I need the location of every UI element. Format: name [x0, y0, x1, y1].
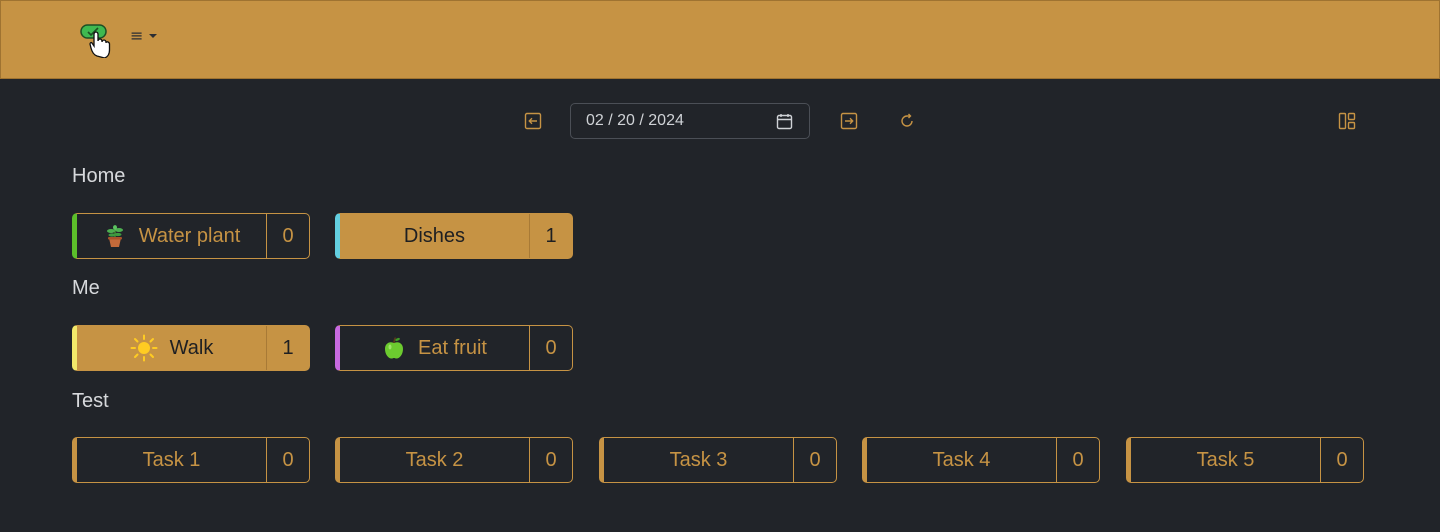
task-label: Dishes	[403, 224, 466, 247]
task-5[interactable]: Task 5 0	[1126, 437, 1364, 483]
next-day-icon	[840, 112, 858, 130]
task-count: 0	[545, 336, 557, 359]
hamburger-icon: ≡	[130, 26, 144, 45]
task-label: Water plant	[138, 224, 241, 247]
sun-icon	[130, 334, 158, 362]
task-label: Task 5	[1196, 448, 1255, 471]
task-label: Task 1	[142, 448, 201, 471]
date-input[interactable]: 02 / 20 / 2024	[570, 103, 810, 139]
task-count: 0	[282, 448, 294, 471]
calendar-icon[interactable]	[776, 113, 793, 130]
task-walk[interactable]: Walk 1	[72, 325, 310, 371]
caret-down-icon	[149, 34, 158, 38]
task-count: 0	[282, 224, 294, 247]
prev-day-button[interactable]	[523, 111, 543, 131]
task-count: 1	[545, 224, 557, 247]
task-2[interactable]: Task 2 0	[335, 437, 573, 483]
section-title-test: Test	[72, 390, 109, 412]
task-eat-fruit[interactable]: Eat fruit 0	[335, 325, 573, 371]
task-label: Eat fruit	[418, 336, 487, 359]
task-label: Task 3	[669, 448, 728, 471]
green-apple-icon	[385, 337, 404, 359]
task-label: Task 2	[405, 448, 464, 471]
task-count: 1	[282, 336, 294, 359]
task-1[interactable]: Task 1 0	[72, 437, 310, 483]
refresh-button[interactable]	[897, 111, 917, 131]
task-count: 0	[809, 448, 821, 471]
potted-plant-icon	[106, 225, 123, 247]
task-count: 0	[1072, 448, 1084, 471]
task-label: Walk	[169, 336, 214, 359]
refresh-icon	[901, 113, 913, 127]
menu-dropdown-toggle[interactable]: ≡	[130, 26, 158, 45]
task-label: Task 4	[932, 448, 991, 471]
layout-icon	[1338, 112, 1356, 130]
task-water-plant[interactable]: Water plant 0	[72, 213, 310, 259]
section-title-me: Me	[72, 277, 100, 299]
section-title-home: Home	[72, 165, 126, 187]
top-navbar: ≡	[0, 0, 1440, 79]
next-day-button[interactable]	[839, 111, 859, 131]
task-count: 0	[545, 448, 557, 471]
date-value: 02 / 20 / 2024	[586, 112, 684, 129]
prev-day-icon	[524, 112, 542, 130]
task-3[interactable]: Task 3 0	[599, 437, 837, 483]
task-count: 0	[1336, 448, 1348, 471]
layout-toggle-button[interactable]	[1337, 111, 1357, 131]
app-logo-icon[interactable]	[80, 22, 114, 58]
task-dishes[interactable]: Dishes 1	[335, 213, 573, 259]
task-4[interactable]: Task 4 0	[862, 437, 1100, 483]
